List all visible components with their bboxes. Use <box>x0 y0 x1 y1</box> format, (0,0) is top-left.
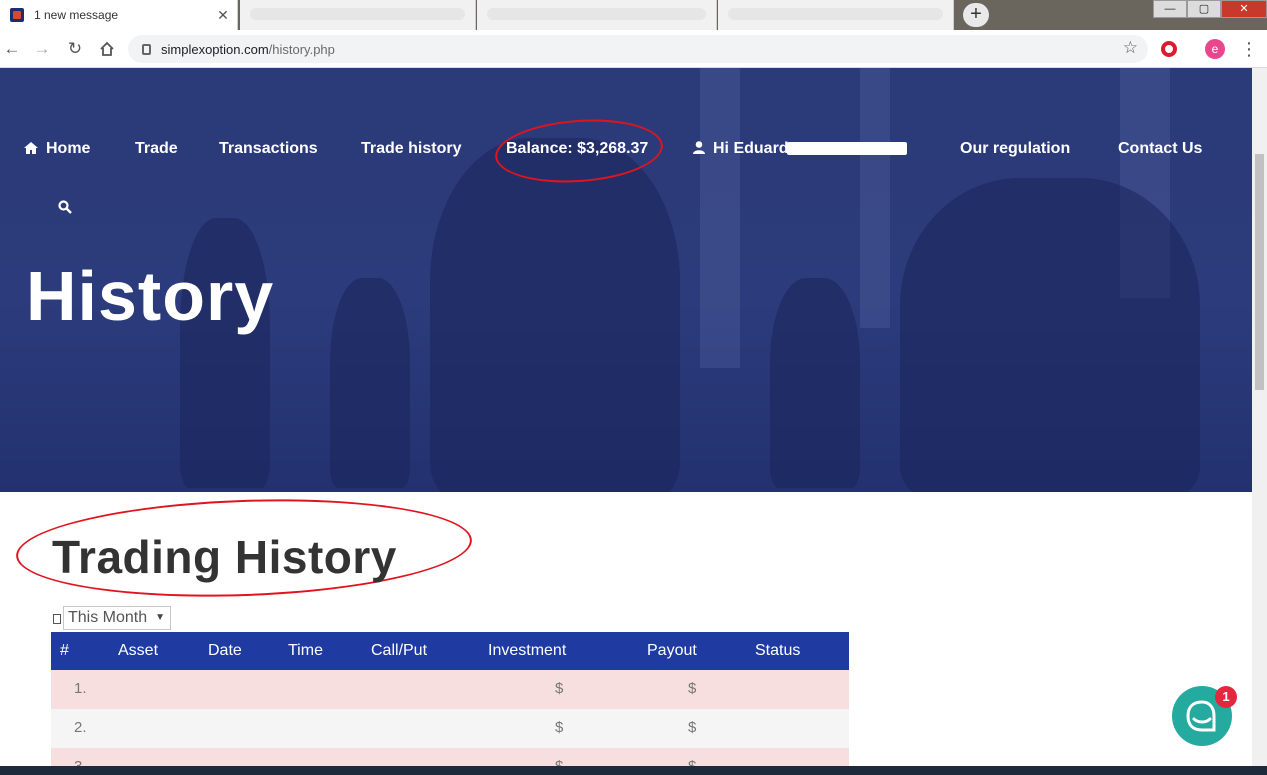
section-title: Trading History <box>52 531 397 583</box>
col-header: Payout <box>647 642 697 659</box>
scrollbar-thumb[interactable] <box>1255 154 1264 390</box>
trade-history-table: # Asset Date Time Call/Put Investment Pa… <box>51 632 849 775</box>
period-select[interactable]: This Month ▼ <box>63 606 171 630</box>
col-header: Asset <box>118 642 159 659</box>
nav-contact[interactable]: Contact Us <box>1118 140 1202 158</box>
col-header: Date <box>208 642 242 659</box>
os-taskbar <box>0 766 1267 775</box>
row-investment: $ <box>555 680 564 697</box>
home-icon <box>24 142 38 154</box>
row-number: 1. <box>74 680 87 697</box>
row-investment: $ <box>555 719 564 736</box>
bg-silhouette <box>330 278 410 488</box>
nav-regulation[interactable]: Our regulation <box>960 140 1070 158</box>
tab-close-icon[interactable]: ✕ <box>213 7 233 24</box>
minimize-button[interactable]: — <box>1153 0 1187 18</box>
filter-checkbox[interactable] <box>53 614 61 624</box>
site-favicon-icon <box>10 8 24 22</box>
bg-silhouette <box>770 278 860 488</box>
home-icon[interactable] <box>95 38 119 60</box>
address-toolbar: ← → ↻ simplexoption.com/history.php ☆ e … <box>0 30 1267 68</box>
browser-tab[interactable] <box>240 0 476 30</box>
col-header: Call/Put <box>371 642 428 659</box>
profile-avatar[interactable]: e <box>1205 39 1225 59</box>
redaction-mark <box>786 142 907 156</box>
chevron-down-icon: ▼ <box>155 612 165 623</box>
table-row[interactable]: 1. $ $ <box>51 670 849 709</box>
table-header: # Asset Date Time Call/Put Investment Pa… <box>51 632 849 670</box>
nav-trade-history[interactable]: Trade history <box>361 140 461 158</box>
bookmark-star-icon[interactable]: ☆ <box>1123 38 1138 58</box>
reload-icon[interactable]: ↻ <box>63 38 87 60</box>
page-content: Home Trade Transactions Trade history Ba… <box>0 68 1252 775</box>
window-controls: — ▢ ✕ <box>1153 0 1267 18</box>
nav-user-label: Hi Eduard <box>713 140 789 157</box>
col-header: Status <box>755 642 801 659</box>
hero-title: History <box>26 257 275 335</box>
user-icon <box>693 141 705 154</box>
nav-home-label: Home <box>46 140 91 157</box>
col-header: # <box>60 642 69 659</box>
nav-transactions[interactable]: Transactions <box>219 140 318 158</box>
browser-tab-active[interactable]: 1 new message ✕ <box>0 0 238 30</box>
col-header: Time <box>288 642 323 659</box>
period-select-value: This Month <box>68 609 148 626</box>
table-row[interactable]: 2. $ $ <box>51 709 849 748</box>
close-window-button[interactable]: ✕ <box>1221 0 1267 18</box>
nav-home[interactable]: Home <box>24 140 90 158</box>
lock-icon <box>142 43 151 55</box>
nav-trade[interactable]: Trade <box>135 140 178 158</box>
col-header: Investment <box>488 642 567 659</box>
row-payout: $ <box>688 680 697 697</box>
browser-tabstrip: 1 new message ✕ + — ▢ ✕ <box>0 0 1267 30</box>
forward-arrow-icon[interactable]: → <box>30 38 54 60</box>
browser-menu-icon[interactable]: ⋮ <box>1240 38 1258 60</box>
page-scrollbar[interactable] <box>1252 68 1267 775</box>
nav-user[interactable]: Hi Eduard <box>693 140 907 158</box>
row-number: 2. <box>74 719 87 736</box>
new-tab-button[interactable]: + <box>963 3 989 27</box>
url-bar[interactable]: simplexoption.com/history.php ☆ <box>128 35 1148 63</box>
maximize-button[interactable]: ▢ <box>1187 0 1221 18</box>
chat-unread-badge: 1 <box>1215 686 1237 708</box>
opera-extension-icon[interactable] <box>1161 41 1177 57</box>
tab-title: 1 new message <box>34 8 119 22</box>
url-text: simplexoption.com/history.php <box>161 41 335 57</box>
back-arrow-icon[interactable]: ← <box>0 38 24 60</box>
browser-tab[interactable] <box>718 0 954 30</box>
row-payout: $ <box>688 719 697 736</box>
search-icon[interactable] <box>58 200 72 214</box>
browser-tab[interactable] <box>477 0 717 30</box>
